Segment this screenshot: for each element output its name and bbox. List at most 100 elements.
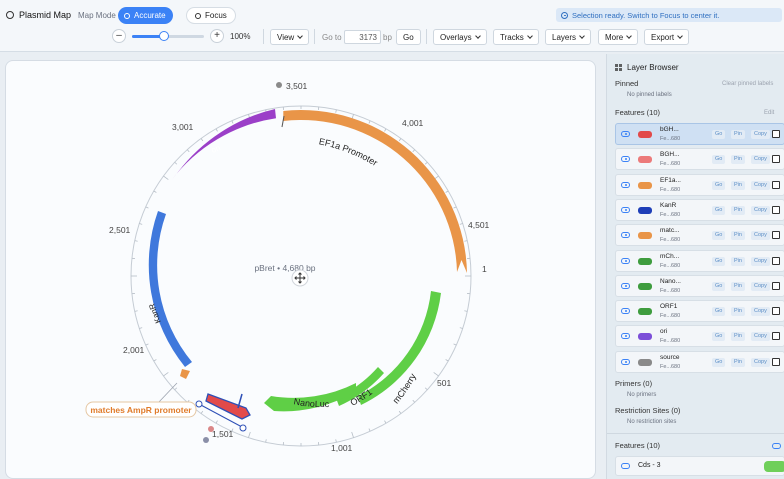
feature-go-button[interactable]: Go xyxy=(712,231,726,241)
feature-copy-button[interactable]: Copy xyxy=(751,281,770,291)
tick-mark xyxy=(445,359,449,362)
feature-row[interactable]: KanR Fe...680 Go Pin Copy xyxy=(615,198,784,221)
tick-mark xyxy=(265,439,267,443)
feature-row[interactable]: source Fe...680 Go Pin Copy xyxy=(615,350,784,373)
feature-kanr[interactable] xyxy=(148,211,192,367)
zoom-out-button[interactable]: – xyxy=(112,29,126,43)
feature-copy-button[interactable]: Copy xyxy=(751,357,770,367)
feature-pin-button[interactable]: Pin xyxy=(731,281,745,291)
plasmid-map-svg[interactable]: EF1a Promoter ori KanR mCherry ORF1 Nano… xyxy=(6,61,597,479)
focus-mode-button[interactable]: Focus xyxy=(186,7,236,24)
feature-copy-button[interactable]: Copy xyxy=(751,180,770,190)
feature-copy-button[interactable]: Copy xyxy=(751,307,770,317)
feature-checkbox[interactable] xyxy=(772,307,780,316)
eye-icon[interactable] xyxy=(621,282,630,289)
feature-subtitle: Fe...680 xyxy=(660,363,681,370)
feature-checkbox[interactable] xyxy=(772,281,780,290)
feature-row[interactable]: Nano... Fe...680 Go Pin Copy xyxy=(615,274,784,297)
feature-pin-button[interactable]: Pin xyxy=(731,332,745,342)
eye-icon[interactable] xyxy=(621,463,630,469)
features-edit-button[interactable]: Edit xyxy=(764,110,774,116)
feature-checkbox[interactable] xyxy=(772,256,780,265)
eye-icon[interactable] xyxy=(621,308,630,315)
feature-checkbox[interactable] xyxy=(772,357,780,366)
feature-go-button[interactable]: Go xyxy=(712,307,726,317)
eye-icon[interactable] xyxy=(621,358,630,365)
map-mode-label: Map Mode xyxy=(78,11,116,20)
feature-checkbox[interactable] xyxy=(772,130,780,138)
more-dropdown[interactable]: More xyxy=(598,29,639,45)
feature-bgh-selected[interactable] xyxy=(205,393,251,420)
tracks-dropdown[interactable]: Tracks xyxy=(493,29,539,45)
clear-pinned-button[interactable]: Clear pinned labels xyxy=(722,81,773,87)
goto-position-input[interactable] xyxy=(344,30,381,44)
feature-ef1a-promoter[interactable] xyxy=(283,110,467,273)
feature-copy-button[interactable]: Copy xyxy=(751,256,770,266)
feature-copy-button[interactable]: Copy xyxy=(751,205,770,215)
eye-icon[interactable] xyxy=(621,333,630,340)
feature-copy-button[interactable]: Copy xyxy=(751,155,770,165)
feature-row[interactable]: ORF1 Fe...680 Go Pin Copy xyxy=(615,300,784,323)
accurate-mode-button[interactable]: Accurate xyxy=(118,7,173,24)
feature-go-button[interactable]: Go xyxy=(712,332,726,342)
feature-row[interactable]: mCh... Fe...680 Go Pin Copy xyxy=(615,249,784,272)
overlays-dropdown[interactable]: Overlays xyxy=(433,29,487,45)
plasmid-map-canvas[interactable]: EF1a Promoter ori KanR mCherry ORF1 Nano… xyxy=(5,60,596,479)
zoom-slider[interactable] xyxy=(132,29,204,43)
tick-label: 2,501 xyxy=(109,225,131,235)
eye-icon[interactable] xyxy=(621,206,630,213)
feature-copy-button[interactable]: Copy xyxy=(751,332,770,342)
feature-checkbox[interactable] xyxy=(772,155,780,164)
feature-go-button[interactable]: Go xyxy=(712,357,726,367)
zoom-slider-thumb[interactable] xyxy=(159,31,170,41)
move-handle[interactable] xyxy=(291,269,309,287)
feature-checkbox[interactable] xyxy=(772,332,780,341)
feature-pin-button[interactable]: Pin xyxy=(731,357,745,367)
feature-pin-button[interactable]: Pin xyxy=(731,130,745,139)
feature-pin-button[interactable]: Pin xyxy=(731,307,745,317)
tick-label: 4,501 xyxy=(468,220,490,230)
feature-copy-button[interactable]: Copy xyxy=(751,231,770,241)
eye-icon[interactable] xyxy=(621,181,630,188)
tick-mark xyxy=(200,138,204,142)
eye-icon[interactable] xyxy=(621,156,630,163)
zoom-in-button[interactable]: + xyxy=(210,29,224,43)
feature-pin-button[interactable]: Pin xyxy=(731,205,745,215)
eye-icon[interactable] xyxy=(621,131,630,137)
feature-checkbox[interactable] xyxy=(772,231,780,240)
feature-go-button[interactable]: Go xyxy=(712,155,726,165)
feature-pin-button[interactable]: Pin xyxy=(731,256,745,266)
feature-checkbox[interactable] xyxy=(772,180,780,189)
feature-copy-button[interactable]: Copy xyxy=(751,130,770,139)
feature-pin-button[interactable]: Pin xyxy=(731,180,745,190)
feature-name: EF1a... xyxy=(660,176,681,184)
feature-pin-button[interactable]: Pin xyxy=(731,231,745,241)
layers-dropdown[interactable]: Layers xyxy=(545,29,592,45)
go-button[interactable]: Go xyxy=(396,29,421,45)
eye-icon[interactable] xyxy=(621,232,630,239)
feature-go-button[interactable]: Go xyxy=(712,130,726,139)
feature-ampr-promoter[interactable] xyxy=(180,369,190,379)
feature-go-button[interactable]: Go xyxy=(712,180,726,190)
feature-row[interactable]: bGH... Fe...680 Go Pin Copy xyxy=(615,123,784,145)
primers-empty: No primers xyxy=(627,392,657,398)
feature-checkbox[interactable] xyxy=(772,205,780,214)
feature-row[interactable]: matc... Fe...680 Go Pin Copy xyxy=(615,224,784,247)
view-dropdown[interactable]: View xyxy=(270,29,310,45)
primers-label: Primers (0) xyxy=(615,379,653,388)
feature-row[interactable]: EF1a... Fe...680 Go Pin Copy xyxy=(615,173,784,196)
feature-row[interactable]: BGH... Fe...680 Go Pin Copy xyxy=(615,148,784,171)
feature-row[interactable]: ori Fe...680 Go Pin Copy xyxy=(615,325,784,348)
feature-go-button[interactable]: Go xyxy=(712,281,726,291)
feature-subtitle: Fe...680 xyxy=(660,313,681,320)
cds-row[interactable]: Cds - 3 xyxy=(615,456,784,476)
eye-icon[interactable] xyxy=(621,257,630,264)
feature-pin-button[interactable]: Pin xyxy=(731,155,745,165)
selection-handle-start[interactable] xyxy=(195,400,203,408)
selection-handle-end[interactable] xyxy=(239,424,247,432)
feature-ori[interactable] xyxy=(171,109,276,181)
feature-go-button[interactable]: Go xyxy=(712,256,726,266)
export-dropdown[interactable]: Export xyxy=(644,29,690,45)
eye-icon[interactable] xyxy=(772,443,781,449)
feature-go-button[interactable]: Go xyxy=(712,205,726,215)
